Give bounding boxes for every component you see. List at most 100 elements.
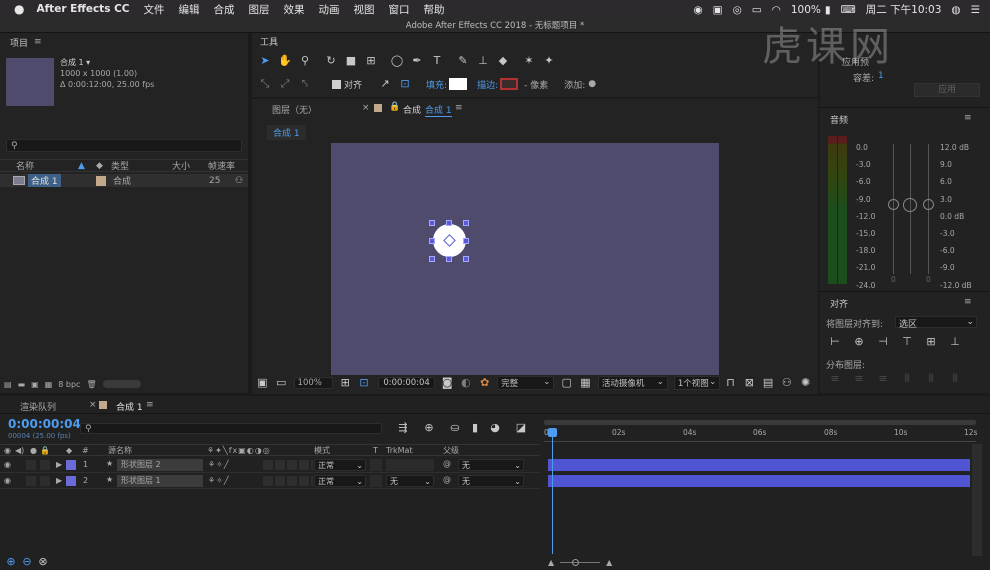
audio-slider-knob[interactable] — [888, 199, 899, 210]
new-folder-icon[interactable]: ▬ — [18, 380, 26, 389]
bounding-handle[interactable] — [463, 256, 469, 262]
project-search-input[interactable]: ⚲ — [6, 139, 242, 152]
audio-icon[interactable]: ◀) — [15, 446, 24, 455]
expand-arrow-icon[interactable]: ▶ — [56, 476, 62, 485]
stroke-swatch[interactable] — [500, 78, 519, 90]
menu-effect[interactable]: 效果 — [284, 2, 305, 17]
audio-title[interactable]: 音频 — [830, 113, 848, 126]
tab-menu-icon[interactable]: ≡ — [455, 103, 463, 113]
panel-menu-icon[interactable]: ≡ — [964, 113, 972, 123]
align-vertical-center-icon[interactable]: ⊞ — [924, 335, 938, 349]
switch-boxes[interactable] — [263, 460, 313, 470]
align-right-icon[interactable]: ⊣ — [876, 335, 890, 349]
project-panel-title[interactable]: 项目 — [10, 36, 28, 49]
bounding-handle[interactable] — [429, 256, 435, 262]
audio-slider-knob[interactable] — [903, 198, 917, 212]
align-top-icon[interactable]: ⊤ — [900, 335, 914, 349]
local-axis-icon[interactable]: ⤡ — [258, 77, 272, 91]
distribute-right-icon[interactable]: ⦀ — [948, 372, 962, 386]
parent-dropdown[interactable]: 无 ⌄ — [458, 459, 524, 471]
current-time-field[interactable]: 0:00:00:04 — [378, 377, 435, 389]
menu-view[interactable]: 视图 — [354, 2, 375, 17]
show-snapshot-icon[interactable]: ◐ — [460, 376, 473, 390]
layer-switches[interactable]: ⚘✧╱ — [208, 460, 230, 469]
align-title[interactable]: 对齐 — [830, 297, 848, 310]
align-bottom-icon[interactable]: ⊥ — [948, 335, 962, 349]
col-mode[interactable]: 模式 — [314, 445, 330, 456]
solo-icon[interactable]: ● — [30, 446, 37, 455]
bounding-handle[interactable] — [429, 220, 435, 226]
timeline-comp-tab[interactable]: 合成 1 — [116, 400, 143, 413]
fill-label[interactable]: 填充: — [426, 78, 447, 91]
timeline-zoom-slider[interactable] — [560, 558, 601, 566]
bounding-handle[interactable] — [446, 256, 452, 262]
distribute-vcenter-icon[interactable]: ≡ — [852, 372, 866, 386]
add-icon[interactable]: ● — [588, 79, 596, 89]
layer-switches-toggle-icon[interactable]: ⊕ — [4, 555, 18, 569]
eye-icon[interactable]: ◉ — [4, 460, 11, 469]
snap-checkbox[interactable] — [332, 79, 341, 89]
region-of-interest-icon[interactable]: ▢ — [560, 376, 573, 390]
close-tab-icon[interactable]: × — [362, 103, 370, 113]
distribute-top-icon[interactable]: ≡ — [828, 372, 842, 386]
col-type[interactable]: 类型 — [111, 159, 129, 172]
puppet-tool-icon[interactable]: ✦ — [542, 54, 556, 68]
preserve-transparency-toggle[interactable] — [370, 459, 382, 471]
project-settings-icon[interactable]: ▦ — [45, 380, 53, 389]
draft-3d-icon[interactable]: ⊕ — [422, 421, 436, 435]
wechat-icon[interactable]: ◉ — [693, 4, 702, 16]
pen-tool-icon[interactable]: ✒ — [410, 54, 424, 68]
col-fps[interactable]: 帧速率 — [208, 159, 235, 172]
timeline-icon[interactable]: ▤ — [762, 376, 775, 390]
apple-icon[interactable]: ● — [14, 2, 24, 16]
label-icon[interactable]: ◆ — [66, 446, 72, 455]
playhead-handle[interactable] — [548, 428, 557, 437]
project-scrollbar[interactable] — [102, 380, 141, 388]
selection-tool-icon[interactable]: ➤ — [258, 54, 272, 68]
snap-edge-icon[interactable]: ↗ — [378, 77, 392, 91]
work-area-bar[interactable] — [544, 420, 976, 425]
resolution-dropdown[interactable]: 完整 ⌄ — [497, 376, 555, 390]
pan-behind-tool-icon[interactable]: ⊞ — [364, 54, 378, 68]
menu-animation[interactable]: 动画 — [319, 2, 340, 17]
mode-dropdown[interactable]: 正常 ⌄ — [314, 475, 366, 487]
close-tab-icon[interactable]: × — [89, 400, 97, 410]
col-parent[interactable]: 父级 — [443, 445, 459, 456]
timeline-search-input[interactable]: ⚲ — [80, 423, 382, 434]
bounding-handle[interactable] — [463, 238, 469, 244]
eye-icon[interactable]: ◉ — [4, 476, 11, 485]
layer-label-swatch[interactable] — [66, 460, 76, 470]
rotate-tool-icon[interactable]: ↻ — [324, 54, 338, 68]
stroke-width-unit[interactable]: - 像素 — [524, 78, 548, 91]
roto-brush-tool-icon[interactable]: ✶ — [522, 54, 536, 68]
col-trkmat[interactable]: TrkMat — [386, 446, 413, 455]
label-swatch[interactable] — [96, 176, 106, 186]
solo-toggle[interactable] — [40, 476, 50, 486]
panel-menu-icon[interactable]: ≡ — [964, 297, 972, 307]
zoom-in-icon[interactable]: ▲ — [606, 558, 612, 567]
frame-blending-icon[interactable]: ▮ — [468, 421, 482, 435]
monitor-icon[interactable]: ▭ — [275, 376, 288, 390]
world-axis-icon[interactable]: ⤢ — [278, 77, 292, 91]
audio-toggle[interactable] — [26, 476, 36, 486]
composition-canvas[interactable] — [331, 143, 719, 375]
bounding-handle[interactable] — [463, 220, 469, 226]
time-ruler[interactable]: 0s 02s 04s 06s 08s 10s 12s — [544, 426, 977, 442]
video-visibility-icon[interactable]: ◉ — [4, 446, 11, 455]
flowchart-icon[interactable]: ⚇ — [235, 176, 243, 186]
comp-tab-name[interactable]: 合成 1 — [425, 103, 452, 117]
distribute-hcenter-icon[interactable]: ⦀ — [924, 372, 938, 386]
always-preview-icon[interactable]: ▣ — [256, 376, 269, 390]
lock-icon[interactable]: 🔒 — [40, 446, 50, 455]
fill-swatch[interactable] — [449, 78, 468, 90]
col-name[interactable]: 名称 — [16, 159, 34, 172]
comp-tab-prefix[interactable]: 合成 — [403, 103, 421, 116]
bpc-label[interactable]: 8 bpc — [58, 380, 80, 389]
app-menu[interactable]: After Effects CC — [36, 3, 129, 15]
menu-edit[interactable]: 编辑 — [179, 2, 200, 17]
transparency-grid-icon[interactable]: ▦ — [579, 376, 592, 390]
preserve-transparency-toggle[interactable] — [370, 475, 382, 487]
expand-arrow-icon[interactable]: ▶ — [56, 460, 62, 469]
toggle-pixel-icon[interactable]: ⊓ — [724, 376, 737, 390]
sort-icon[interactable]: ▲ — [78, 161, 85, 171]
